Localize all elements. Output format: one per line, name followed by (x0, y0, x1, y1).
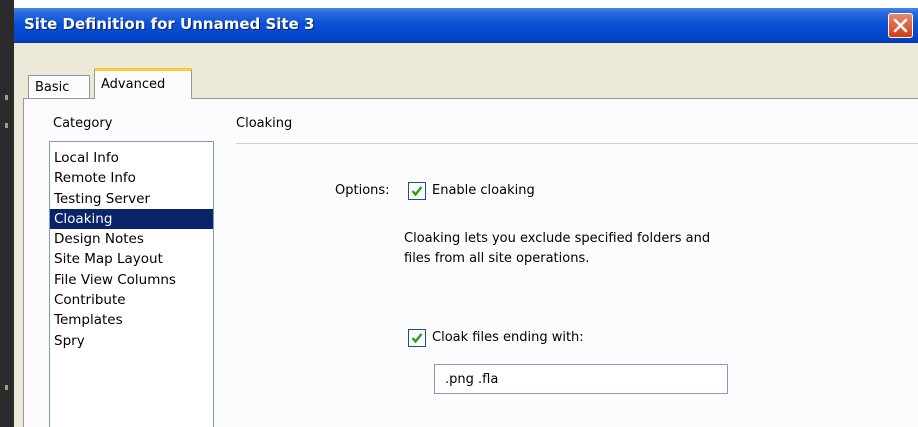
description-line: files from all site operations. (404, 251, 590, 266)
section-divider (236, 143, 918, 144)
tab-strip: Basic Advanced (14, 43, 918, 99)
site-definition-dialog: Site Definition for Unnamed Site 3 Basic… (14, 8, 918, 427)
category-item-cloaking[interactable]: Cloaking (50, 208, 213, 230)
category-item-templates[interactable]: Templates (50, 310, 213, 330)
section-title: Cloaking (236, 116, 293, 131)
category-item-file-view-columns[interactable]: File View Columns (50, 270, 213, 290)
category-item-testing-server[interactable]: Testing Server (50, 189, 213, 209)
close-icon (893, 18, 908, 33)
category-item-remote-info[interactable]: Remote Info (50, 168, 213, 188)
category-item-contribute[interactable]: Contribute (50, 290, 213, 310)
cloak-files-label[interactable]: Cloak files ending with: (432, 330, 584, 345)
category-heading: Category (53, 116, 113, 131)
extensions-input[interactable] (434, 364, 728, 394)
tab-advanced[interactable]: Advanced (94, 68, 192, 99)
checkmark-icon (411, 333, 423, 344)
category-item-spry[interactable]: Spry (50, 331, 213, 351)
category-item-site-map-layout[interactable]: Site Map Layout (50, 249, 213, 269)
enable-cloaking-checkbox[interactable] (408, 182, 426, 200)
window-title: Site Definition for Unnamed Site 3 (24, 15, 315, 33)
background-window-edge (0, 0, 14, 427)
enable-cloaking-label[interactable]: Enable cloaking (432, 183, 535, 198)
edge-mark (5, 385, 8, 390)
description-line: Cloaking lets you exclude specified fold… (404, 231, 711, 246)
category-list[interactable]: Local Info Remote Info Testing Server Cl… (49, 141, 214, 427)
tab-panel-advanced: Category Local Info Remote Info Testing … (23, 98, 918, 427)
category-item-local-info[interactable]: Local Info (50, 148, 213, 168)
cloaking-description: Cloaking lets you exclude specified fold… (404, 229, 824, 269)
edge-mark (5, 95, 8, 100)
close-button[interactable] (888, 13, 913, 38)
tab-basic[interactable]: Basic (28, 75, 90, 98)
options-label: Options: (335, 183, 390, 198)
edge-mark (5, 123, 8, 128)
category-item-design-notes[interactable]: Design Notes (50, 229, 213, 249)
title-bar[interactable]: Site Definition for Unnamed Site 3 (14, 8, 918, 43)
cloak-files-checkbox[interactable] (408, 329, 426, 347)
checkmark-icon (411, 186, 423, 197)
